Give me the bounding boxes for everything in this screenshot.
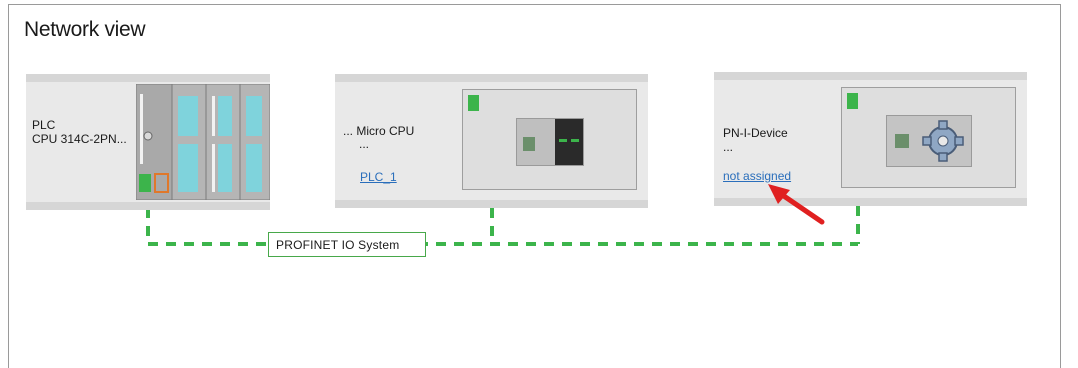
device-top-bar	[335, 74, 648, 82]
device-name: ... Micro CPU	[343, 124, 415, 138]
device-plc[interactable]: PLC CPU 314C-2PN...	[26, 74, 271, 210]
device-type: CPU 314C-2PN...	[32, 132, 127, 146]
device-top-bar	[26, 74, 270, 82]
device-module-frame	[462, 89, 637, 190]
device-module-frame	[841, 87, 1016, 188]
device-top-bar	[714, 72, 1027, 80]
device-name: PLC	[32, 118, 56, 132]
device-bottom-bar	[335, 200, 648, 208]
status-indicator	[847, 93, 858, 109]
device-name: PN-I-Device	[723, 126, 788, 140]
device-bottom-bar	[26, 202, 270, 210]
status-indicator	[468, 95, 479, 111]
gear-device-icon	[886, 115, 972, 167]
micro-cpu-icon	[516, 118, 584, 166]
plc-rack-image	[135, 83, 271, 201]
device-type: ...	[359, 137, 370, 151]
profinet-io-system-label[interactable]: PROFINET IO System	[268, 232, 426, 257]
device-type: ...	[723, 140, 734, 154]
plc-module-icon	[135, 83, 271, 201]
device-name-link[interactable]: PLC_1	[360, 170, 397, 184]
device-micro-cpu[interactable]: ... Micro CPU ... PLC_1	[335, 74, 648, 208]
arrow-icon	[768, 184, 825, 225]
